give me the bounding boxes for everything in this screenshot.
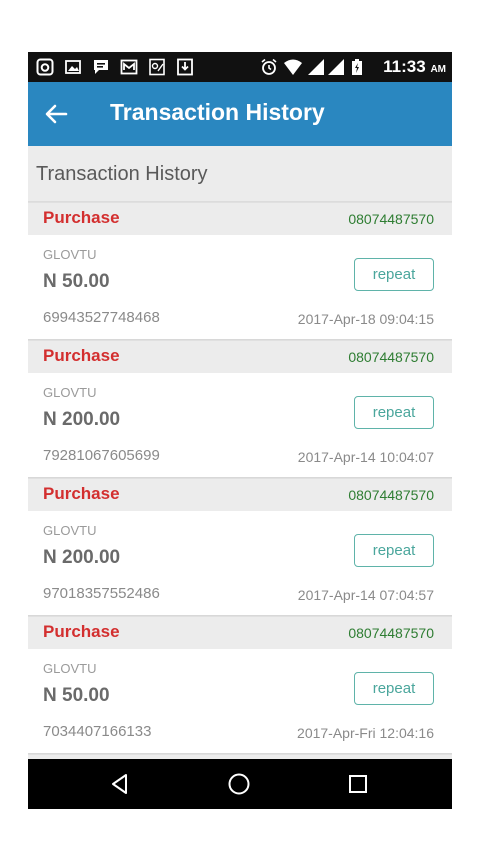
app-bar: Transaction History: [28, 82, 452, 146]
transaction-body: GLOVTU N 200.00 repeat 97018357552486 20…: [28, 511, 452, 616]
transaction-merchant: GLOVTU: [43, 385, 97, 400]
transaction-date: 2017-Apr-14 07:04:57: [297, 587, 434, 603]
transaction-phone: 08074487570: [348, 625, 434, 641]
back-triangle-icon[interactable]: [108, 772, 132, 796]
mail-icon: [120, 59, 138, 75]
home-circle-icon[interactable]: [227, 772, 251, 796]
transaction-item: Purchase 08074487570 GLOVTU N 50.00 repe…: [28, 616, 452, 754]
transaction-reference: 7034407166133: [43, 723, 152, 740]
status-time: 11:33 AM: [383, 57, 446, 77]
chat-icon: [94, 60, 108, 74]
transaction-header: Purchase 08074487570: [28, 478, 452, 511]
transaction-phone: 08074487570: [348, 349, 434, 365]
section-header: Transaction History: [28, 146, 452, 202]
transaction-date: 2017-Apr-14 10:04:07: [297, 449, 434, 465]
instagram-icon: [36, 58, 54, 76]
transaction-item: Purchase 08074487570 GLOVTU N 50.00 repe…: [28, 202, 452, 340]
signal-icon: [328, 59, 344, 75]
transaction-body: GLOVTU N 50.00 repeat 7034407166133 2017…: [28, 649, 452, 754]
section-title: Transaction History: [36, 163, 208, 185]
transaction-merchant: GLOVTU: [43, 247, 97, 262]
transaction-type: Purchase: [43, 484, 120, 503]
signal-icon: [308, 59, 324, 75]
media-icon: [149, 58, 165, 76]
transaction-amount: N 200.00: [43, 409, 121, 430]
transaction-header: Purchase 08074487570: [28, 616, 452, 649]
page-title: Transaction History: [110, 99, 325, 125]
transaction-reference: 69943527748468: [43, 309, 160, 326]
transaction-merchant: GLOVTU: [43, 523, 97, 538]
repeat-button[interactable]: repeat: [354, 396, 434, 429]
transaction-amount: N 200.00: [43, 547, 121, 568]
battery-icon: [352, 59, 362, 75]
transaction-item: Purchase 08074487570 GLOVTU N 200.00 rep…: [28, 340, 452, 478]
download-icon: [177, 58, 193, 76]
recents-square-icon[interactable]: [346, 772, 370, 796]
transaction-type: Purchase: [43, 208, 120, 227]
transaction-phone: 08074487570: [348, 211, 434, 227]
transaction-reference: 79281067605699: [43, 447, 160, 464]
wifi-icon: [284, 59, 302, 75]
status-bar: 11:33 AM: [28, 52, 452, 82]
image-icon: [65, 60, 81, 74]
transaction-reference: 97018357552486: [43, 585, 160, 602]
transaction-body: GLOVTU N 200.00 repeat 79281067605699 20…: [28, 373, 452, 478]
transaction-header: Purchase 08074487570: [28, 340, 452, 373]
transaction-amount: N 50.00: [43, 685, 110, 706]
transaction-item: Purchase 08074487570 GLOVTU N 200.00 rep…: [28, 478, 452, 616]
transaction-list[interactable]: Transaction History Purchase 08074487570…: [28, 146, 452, 759]
repeat-button[interactable]: repeat: [354, 258, 434, 291]
back-arrow-icon[interactable]: [42, 100, 70, 128]
transaction-header: Purchase 08074487570: [28, 202, 452, 235]
alarm-icon: [261, 58, 277, 75]
transaction-merchant: GLOVTU: [43, 661, 97, 676]
repeat-button[interactable]: repeat: [354, 534, 434, 567]
transaction-date: 2017-Apr-Fri 12:04:16: [297, 725, 434, 741]
transaction-amount: N 50.00: [43, 271, 110, 292]
transaction-date: 2017-Apr-18 09:04:15: [297, 311, 434, 327]
transaction-type: Purchase: [43, 622, 120, 641]
status-time-value: 11:33: [383, 57, 426, 76]
transaction-phone: 08074487570: [348, 487, 434, 503]
status-time-ampm: AM: [430, 64, 446, 75]
transaction-type: Purchase: [43, 346, 120, 365]
repeat-button[interactable]: repeat: [354, 672, 434, 705]
phone-screen: 11:33 AM Transaction History Transaction…: [28, 52, 452, 809]
transaction-body: GLOVTU N 50.00 repeat 69943527748468 201…: [28, 235, 452, 340]
navigation-bar: [28, 759, 452, 809]
